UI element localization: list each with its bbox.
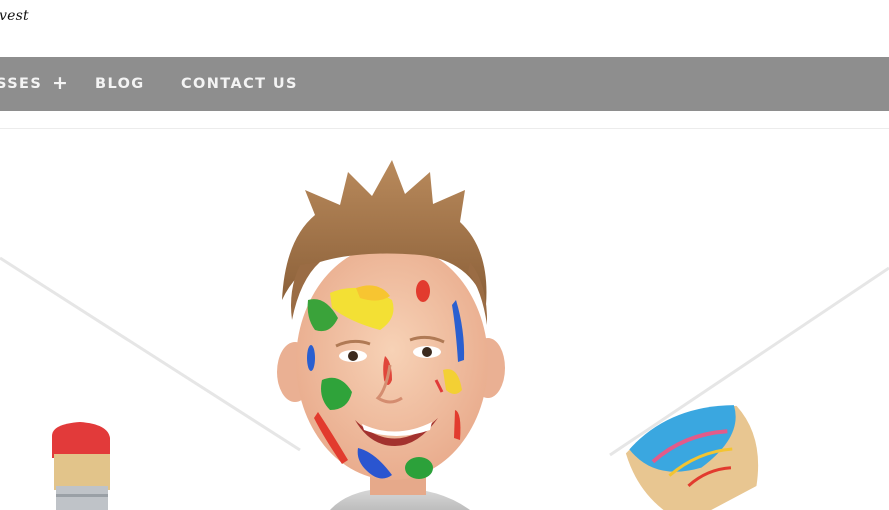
nav-item-classes[interactable]: SSES (0, 57, 42, 111)
nav-item-blog[interactable]: BLOG (95, 57, 145, 111)
site-header: vest (0, 0, 889, 57)
hero-image (0, 129, 889, 510)
submenu-plus-icon[interactable]: + (52, 57, 68, 111)
nav-item-contact-us[interactable]: CONTACT US (181, 57, 298, 111)
main-nav: SSES + BLOG CONTACT US (0, 57, 889, 111)
logo-fragment[interactable] (78, 0, 102, 4)
site-tagline: vest (0, 8, 29, 24)
